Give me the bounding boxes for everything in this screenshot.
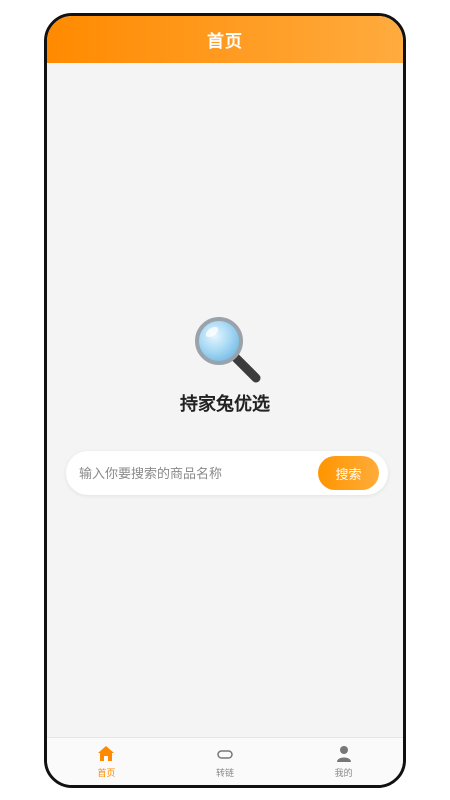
main-content: 持家兔优选 搜索 [47, 63, 403, 738]
user-icon [336, 746, 351, 762]
home-icon [98, 746, 115, 761]
link-icon [217, 750, 233, 759]
tab-mine-label: 我的 [334, 769, 353, 779]
tab-home[interactable]: 首页 [47, 738, 166, 785]
search-input[interactable] [77, 451, 311, 497]
bottom-tab-bar: 首页 转链 我的 [47, 737, 403, 785]
search-bar: 搜索 [66, 451, 388, 497]
brand-title: 持家兔优选 [180, 394, 270, 415]
tab-home-label: 首页 [97, 769, 116, 779]
tab-link-label: 转链 [216, 769, 235, 779]
tab-link[interactable]: 转链 [166, 738, 285, 785]
tab-mine[interactable]: 我的 [284, 738, 403, 785]
top-header: 首页 [47, 16, 403, 63]
phone-frame: 首页 持家兔优选 搜索 首页 [44, 13, 406, 788]
search-button[interactable]: 搜索 [318, 456, 379, 490]
magnifying-glass-icon [195, 317, 261, 383]
page-title: 首页 [207, 32, 243, 52]
